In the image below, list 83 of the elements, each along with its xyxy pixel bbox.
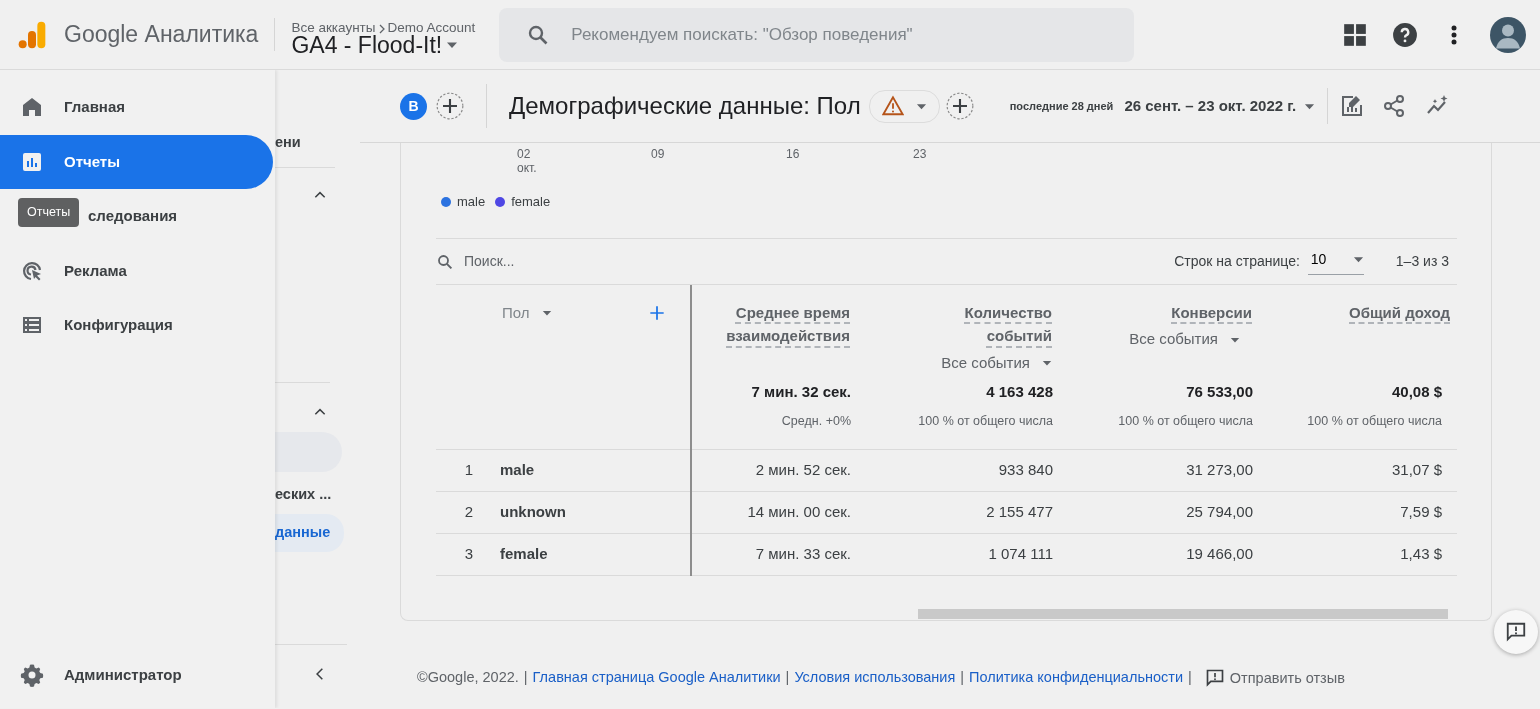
warning-dropdown[interactable] bbox=[868, 89, 940, 123]
add-comparison-icon[interactable] bbox=[436, 92, 464, 120]
help-icon[interactable] bbox=[1392, 21, 1418, 48]
table-cell: 19 466,00 bbox=[1186, 544, 1253, 562]
axis-label: 23 bbox=[913, 148, 927, 162]
share-icon[interactable] bbox=[1382, 94, 1407, 118]
table-cell: male bbox=[500, 460, 535, 478]
page-title: Демографические данные: Пол bbox=[509, 91, 861, 121]
legend-item: female bbox=[495, 192, 551, 212]
add-dimension-icon[interactable] bbox=[649, 305, 665, 321]
avatar-icon[interactable] bbox=[1490, 16, 1526, 53]
nav-item[interactable]: Администратор bbox=[0, 647, 273, 702]
nav-item[interactable]: еских ... bbox=[275, 484, 332, 506]
separator-text: | bbox=[523, 668, 528, 687]
scrollbar-thumb[interactable] bbox=[918, 609, 1448, 619]
column-header[interactable]: Количество событий bbox=[952, 301, 1052, 348]
table-cell: 14 мин. 00 сек. bbox=[747, 502, 851, 520]
total-value: 4 163 428 bbox=[985, 382, 1053, 402]
metric-filter-dropdown[interactable]: Все события bbox=[1129, 328, 1240, 351]
separator-text: | bbox=[785, 668, 790, 687]
settings-icon bbox=[20, 662, 44, 687]
table-cell: 31,07 $ bbox=[1391, 460, 1442, 478]
edit-report-icon[interactable] bbox=[1340, 94, 1365, 118]
footer-link[interactable]: Условия использования bbox=[794, 667, 956, 689]
nav-item[interactable]: данные bbox=[275, 514, 345, 552]
feedback-link[interactable]: Отправить отзыв bbox=[1204, 667, 1345, 688]
total-value: 76 533,00 bbox=[1185, 382, 1253, 402]
search-icon bbox=[436, 252, 454, 271]
row-number: 1 bbox=[464, 460, 473, 478]
axis-label: 16 bbox=[786, 148, 800, 162]
total-value: 40,08 $ bbox=[1390, 382, 1442, 402]
table-cell: 1,43 $ bbox=[1400, 544, 1442, 562]
pagination-label: 1–3 из 3 bbox=[1395, 252, 1449, 271]
separator-text: | bbox=[960, 668, 965, 687]
comparison-badge[interactable]: В bbox=[400, 92, 427, 120]
footer-link[interactable]: Главная страница Google Аналитики bbox=[532, 667, 781, 689]
separator-text: | bbox=[1188, 668, 1192, 687]
nav-item[interactable]: Отчеты bbox=[0, 134, 273, 189]
nav-item[interactable]: Главная bbox=[0, 80, 273, 135]
total-note: 100 % от общего числа bbox=[917, 412, 1053, 430]
table-cell: 25 794,00 bbox=[1186, 502, 1253, 520]
axis-label: 02 окт. bbox=[517, 148, 537, 176]
column-header[interactable]: Среднее время взаимодействия bbox=[715, 301, 850, 348]
nav-item[interactable]: Реклама bbox=[0, 243, 273, 298]
table-cell: unknown bbox=[500, 502, 566, 520]
total-note: 100 % от общего числа bbox=[1117, 412, 1253, 430]
row-number: 3 bbox=[464, 544, 473, 562]
table-cell: 2 мин. 52 сек. bbox=[755, 460, 851, 478]
footer-link[interactable]: Политика конфиденциальности bbox=[969, 667, 1183, 689]
copyright-text: ©Google, 2022. bbox=[417, 668, 519, 687]
rows-per-page-label: Строк на странице: bbox=[1174, 252, 1300, 271]
tooltip: Отчеты bbox=[18, 198, 80, 227]
feedback-icon bbox=[1204, 667, 1225, 688]
table-cell: 7,59 $ bbox=[1400, 502, 1442, 520]
metric-filter-dropdown[interactable]: Все события bbox=[941, 351, 1052, 374]
warning-icon bbox=[881, 95, 904, 117]
total-note: Средн. +0% bbox=[780, 412, 851, 430]
table-cell: 933 840 bbox=[998, 460, 1053, 478]
column-header[interactable]: Конверсии bbox=[1171, 301, 1252, 325]
table-cell: 1 074 111 bbox=[988, 544, 1053, 562]
axis-label: 09 bbox=[651, 148, 665, 162]
table-cell: 7 мин. 33 сек. bbox=[755, 544, 851, 562]
table-cell: 2 155 477 bbox=[986, 502, 1053, 520]
table-search-field[interactable]: Поиск... bbox=[462, 250, 762, 273]
row-number: 2 bbox=[464, 502, 473, 520]
rows-per-page-select[interactable]: 10 bbox=[1307, 248, 1364, 275]
apps-grid-icon[interactable] bbox=[1342, 21, 1368, 48]
date-range-label: последние 28 дней bbox=[1009, 98, 1114, 114]
app-title: Google Аналитика bbox=[64, 20, 259, 50]
feedback-icon bbox=[1505, 621, 1527, 643]
nav-item[interactable]: ени bbox=[275, 132, 301, 154]
add-comparison-icon[interactable] bbox=[945, 92, 974, 120]
dimension-selector[interactable]: Пол bbox=[502, 302, 552, 325]
feedback-button[interactable] bbox=[1494, 610, 1538, 654]
table-cell: 31 273,00 bbox=[1186, 460, 1253, 478]
date-range-selector[interactable]: 26 сент. – 23 окт. 2022 г. bbox=[1124, 97, 1316, 115]
search-field[interactable]: Рекомендуем поискать: "Обзор поведения" bbox=[499, 7, 1135, 62]
table-cell: female bbox=[500, 544, 548, 562]
nav-item[interactable]: Конфигурация bbox=[0, 298, 273, 353]
column-header[interactable]: Общий доход bbox=[1349, 301, 1450, 325]
total-value: 7 мин. 32 сек. bbox=[750, 382, 851, 402]
total-note: 100 % от общего числа bbox=[1306, 412, 1442, 430]
legend-item: male bbox=[441, 192, 486, 212]
